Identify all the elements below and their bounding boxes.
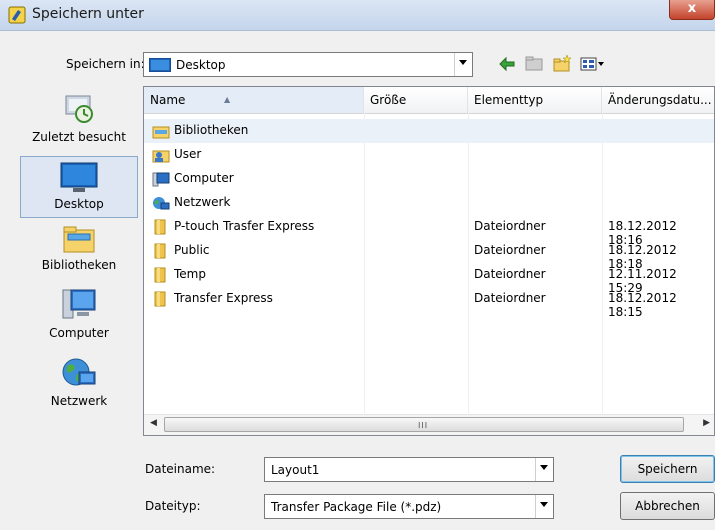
app-icon bbox=[8, 6, 26, 24]
place-label: Netzwerk bbox=[50, 394, 108, 408]
file-name: Computer bbox=[174, 171, 234, 185]
libraries-icon bbox=[152, 126, 170, 139]
file-name: Bibliotheken bbox=[174, 123, 249, 137]
user-folder-icon bbox=[152, 150, 170, 163]
window-title: Speichern unter bbox=[32, 6, 144, 22]
file-row[interactable]: User bbox=[144, 143, 714, 167]
computer-icon bbox=[152, 172, 170, 187]
folder-icon bbox=[154, 243, 166, 259]
cancel-button[interactable]: Abbrechen bbox=[620, 492, 715, 520]
place-label: Desktop bbox=[54, 197, 104, 211]
file-row[interactable]: Bibliotheken bbox=[144, 119, 714, 143]
libraries-icon bbox=[63, 226, 95, 253]
file-name: Public bbox=[174, 243, 210, 257]
place-label: Computer bbox=[49, 326, 109, 340]
column-header-size[interactable]: Größe bbox=[364, 87, 468, 113]
sort-ascending-icon: ▲ bbox=[224, 95, 231, 104]
place-libraries[interactable]: Bibliotheken bbox=[20, 222, 138, 282]
file-date: 18.12.2012 18:15 bbox=[608, 291, 677, 319]
file-name: Temp bbox=[174, 267, 206, 281]
file-name: User bbox=[174, 147, 202, 161]
place-desktop[interactable]: Desktop bbox=[20, 156, 138, 218]
close-button[interactable]: x bbox=[669, 0, 715, 20]
place-network[interactable]: Netzwerk bbox=[20, 354, 138, 416]
filetype-select[interactable]: Transfer Package File (*.pdz) bbox=[264, 494, 554, 519]
back-arrow-icon[interactable] bbox=[497, 54, 517, 74]
desktop-icon bbox=[60, 162, 98, 192]
filename-input[interactable]: Layout1 bbox=[264, 457, 554, 482]
computer-icon bbox=[62, 289, 96, 319]
recent-places-icon bbox=[65, 95, 93, 123]
network-icon bbox=[62, 358, 96, 386]
file-type: Dateiordner bbox=[474, 267, 546, 281]
filetype-value: Transfer Package File (*.pdz) bbox=[271, 500, 442, 514]
save-in-label: Speichern in: bbox=[66, 57, 145, 71]
save-as-dialog: Speichern unter x Speichern in: Desktop bbox=[0, 0, 715, 530]
file-list[interactable]: ▲ Name Größe Elementtyp Änderungsdatu...… bbox=[143, 86, 715, 436]
place-computer[interactable]: Computer bbox=[20, 286, 138, 348]
file-row[interactable]: Computer bbox=[144, 167, 714, 191]
desktop-icon bbox=[149, 58, 171, 72]
file-type: Dateiordner bbox=[474, 219, 546, 233]
new-folder-icon[interactable] bbox=[552, 54, 572, 74]
title-bar[interactable]: Speichern unter x bbox=[0, 0, 715, 31]
up-folder-icon[interactable] bbox=[524, 54, 544, 74]
places-bar: Zuletzt besucht Desktop Bibliotheken Com… bbox=[20, 86, 138, 516]
horizontal-scrollbar[interactable]: ◀ III ▶ bbox=[144, 414, 714, 435]
file-name: Transfer Express bbox=[174, 291, 273, 305]
network-icon bbox=[153, 197, 170, 210]
folder-icon bbox=[154, 219, 166, 235]
folder-icon bbox=[154, 291, 166, 307]
list-header: ▲ Name Größe Elementtyp Änderungsdatu... bbox=[144, 87, 714, 114]
filename-value: Layout1 bbox=[271, 463, 320, 477]
place-recent[interactable]: Zuletzt besucht bbox=[20, 90, 138, 154]
save-in-value: Desktop bbox=[176, 58, 226, 72]
save-in-dropdown[interactable]: Desktop bbox=[143, 52, 473, 77]
file-name: Netzwerk bbox=[174, 195, 231, 209]
file-row[interactable]: Netzwerk bbox=[144, 191, 714, 215]
folder-icon bbox=[154, 267, 166, 283]
chevron-down-icon[interactable] bbox=[535, 458, 553, 481]
column-header-date[interactable]: Änderungsdatu... bbox=[602, 87, 714, 113]
chevron-down-icon[interactable] bbox=[454, 53, 472, 76]
filename-label: Dateiname: bbox=[145, 462, 216, 476]
chevron-down-icon[interactable] bbox=[535, 495, 553, 518]
column-header-name[interactable]: ▲ Name bbox=[144, 87, 364, 113]
file-row[interactable]: Temp Dateiordner 12.11.2012 15:29 bbox=[144, 263, 714, 295]
file-row[interactable]: Public Dateiordner 18.12.2012 18:18 bbox=[144, 239, 714, 271]
filetype-label: Dateityp: bbox=[145, 499, 201, 513]
save-button[interactable]: Speichern bbox=[620, 455, 715, 483]
scroll-right-icon[interactable]: ▶ bbox=[703, 418, 710, 428]
file-row[interactable]: P-touch Trasfer Express Dateiordner 18.1… bbox=[144, 215, 714, 247]
file-type: Dateiordner bbox=[474, 291, 546, 305]
place-label: Bibliotheken bbox=[41, 258, 117, 272]
view-menu-icon[interactable] bbox=[580, 54, 606, 74]
file-name: P-touch Trasfer Express bbox=[174, 219, 315, 233]
scrollbar-grip: III bbox=[418, 421, 429, 430]
place-label: Zuletzt besucht bbox=[32, 130, 126, 144]
file-type: Dateiordner bbox=[474, 243, 546, 257]
scrollbar-thumb[interactable]: III bbox=[164, 417, 684, 432]
scroll-left-icon[interactable]: ◀ bbox=[150, 418, 157, 428]
column-header-type[interactable]: Elementtyp bbox=[468, 87, 602, 113]
file-row[interactable]: Transfer Express Dateiordner 18.12.2012 … bbox=[144, 287, 714, 319]
